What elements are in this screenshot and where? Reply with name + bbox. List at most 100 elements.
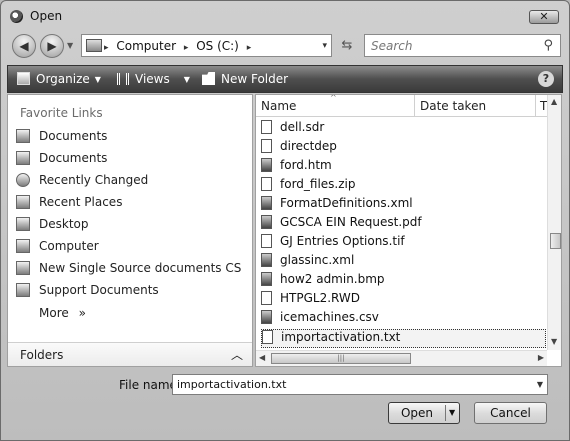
column-header-row: Name ^ Date taken T	[256, 95, 547, 117]
views-button[interactable]: Views ▼	[117, 72, 190, 86]
fav-link-documents[interactable]: Documents	[16, 129, 107, 149]
chevron-down-icon: ▼	[94, 75, 101, 84]
open-button-label: Open	[400, 406, 434, 420]
views-icon	[117, 73, 129, 85]
zip-file-icon	[261, 177, 272, 191]
search-placeholder: Search	[371, 39, 413, 53]
open-button[interactable]: Open ▼	[388, 402, 460, 424]
window-title: Open	[30, 9, 63, 23]
xml-file-icon	[261, 196, 272, 210]
folders-label: Folders	[20, 348, 64, 362]
horizontal-scrollbar[interactable]: ◀ ||| ▶	[256, 350, 547, 366]
back-arrow-icon: ◀	[19, 39, 29, 53]
organize-icon	[17, 72, 30, 85]
forward-arrow-icon: ▶	[47, 39, 57, 53]
file-row[interactable]: dell.sdr	[261, 120, 416, 139]
search-icon[interactable]: ⚲	[543, 38, 553, 53]
folder-icon	[16, 261, 30, 275]
file-row[interactable]: how2 admin.bmp	[261, 272, 416, 291]
navigation-pane: Favorite Links Documents Documents Recen…	[7, 94, 253, 367]
scroll-right-icon[interactable]: ▶	[538, 353, 544, 362]
fav-link-recent-places[interactable]: Recent Places	[16, 195, 122, 215]
recent-places-icon	[16, 195, 30, 209]
search-input[interactable]: Search ⚲	[364, 34, 561, 57]
vertical-scroll-thumb[interactable]	[550, 233, 561, 249]
cancel-button[interactable]: Cancel	[474, 402, 547, 424]
back-button[interactable]: ◀	[12, 34, 36, 58]
breadcrumb-separator[interactable]: ▸	[104, 43, 109, 53]
file-list: Name ^ Date taken T dell.sdr directdep f…	[255, 94, 562, 367]
refresh-button[interactable]: ⇆	[334, 35, 360, 56]
fav-link-documents[interactable]: Documents	[16, 151, 107, 171]
recent-pages-dropdown[interactable]: ▼	[67, 41, 73, 50]
title-bar: Open ✕	[1, 1, 569, 31]
breadcrumb-computer[interactable]: Computer	[116, 39, 176, 53]
sort-ascending-icon: ^	[330, 94, 337, 102]
file-name-value: importactivation.txt	[177, 378, 287, 391]
csv-file-icon	[261, 310, 272, 324]
scroll-down-icon[interactable]: ▼	[551, 337, 557, 346]
file-icon	[261, 120, 272, 134]
chevron-up-icon: ︿	[230, 348, 243, 362]
close-button[interactable]: ✕	[529, 10, 559, 24]
column-header-name[interactable]: Name	[261, 99, 296, 113]
new-folder-icon	[202, 72, 215, 85]
documents-icon	[16, 151, 30, 165]
file-row-selected[interactable]: importactivation.txt	[261, 329, 546, 348]
file-row[interactable]: ford.htm	[261, 158, 416, 177]
desktop-icon	[16, 217, 30, 231]
file-row[interactable]: directdep	[261, 139, 416, 158]
fav-link-computer[interactable]: Computer	[16, 239, 99, 259]
breadcrumb-drive[interactable]: OS (C:)	[196, 39, 239, 53]
fav-link-desktop[interactable]: Desktop	[16, 217, 89, 237]
file-row[interactable]: GCSCA EIN Request.pdf	[261, 215, 422, 234]
computer-icon	[16, 239, 30, 253]
address-bar[interactable]: ▸ Computer ▸ OS (C:) ▸ ▾	[81, 34, 332, 57]
folders-toggle[interactable]: Folders ︿	[8, 342, 252, 366]
open-options-dropdown-icon[interactable]: ▼	[449, 403, 455, 423]
breadcrumb-separator[interactable]: ▸	[184, 43, 189, 53]
fav-link-recently-changed[interactable]: Recently Changed	[16, 173, 148, 193]
column-header-date-taken[interactable]: Date taken	[420, 99, 486, 113]
file-row[interactable]: ford_files.zip	[261, 177, 416, 196]
favorite-links-title: Favorite Links	[20, 106, 103, 120]
more-links-button[interactable]: More »	[39, 306, 86, 320]
column-divider[interactable]	[414, 95, 415, 117]
breadcrumb-separator[interactable]: ▸	[247, 43, 252, 53]
documents-icon	[16, 129, 30, 143]
help-icon[interactable]: ?	[538, 71, 554, 87]
image-file-icon	[261, 234, 272, 248]
html-file-icon	[261, 158, 272, 172]
file-row[interactable]: FormatDefinitions.xml	[261, 196, 416, 215]
vertical-scrollbar[interactable]: ▲ ▼	[547, 95, 561, 350]
horizontal-scroll-thumb[interactable]: |||	[271, 353, 411, 364]
file-icon	[261, 291, 272, 305]
text-file-icon	[262, 330, 273, 344]
file-name-dropdown-icon[interactable]: ▼	[537, 380, 543, 389]
file-row[interactable]: icemachines.csv	[261, 310, 416, 329]
split-divider	[445, 405, 446, 421]
organize-button[interactable]: Organize ▼	[17, 72, 101, 86]
pdf-file-icon	[261, 215, 272, 229]
recently-changed-icon	[16, 173, 30, 187]
scroll-up-icon[interactable]: ▲	[551, 97, 557, 106]
app-icon	[10, 10, 23, 23]
folder-icon	[16, 283, 30, 297]
file-name-input[interactable]: importactivation.txt ▼	[172, 374, 548, 395]
fav-link-new-single-source[interactable]: New Single Source documents CS	[16, 261, 241, 281]
new-folder-button[interactable]: New Folder	[202, 72, 288, 86]
fav-link-support-documents[interactable]: Support Documents	[16, 283, 159, 303]
column-divider[interactable]	[535, 95, 536, 117]
forward-button[interactable]: ▶	[40, 34, 64, 58]
double-chevron-right-icon: »	[78, 306, 86, 320]
address-dropdown-icon[interactable]: ▾	[322, 41, 327, 51]
open-dialog: Open ✕ ◀ ▶ ▼ ▸ Computer ▸ OS (C:) ▸ ▾ ⇆ …	[0, 0, 570, 441]
scroll-left-icon[interactable]: ◀	[259, 353, 265, 362]
xml-file-icon	[261, 253, 272, 267]
file-row[interactable]: glassinc.xml	[261, 253, 416, 272]
file-row[interactable]: HTPGL2.RWD	[261, 291, 416, 310]
file-icon	[261, 139, 272, 153]
computer-icon	[86, 39, 102, 52]
chevron-down-icon[interactable]: ▼	[184, 75, 190, 84]
file-row[interactable]: GJ Entries Options.tif	[261, 234, 416, 253]
